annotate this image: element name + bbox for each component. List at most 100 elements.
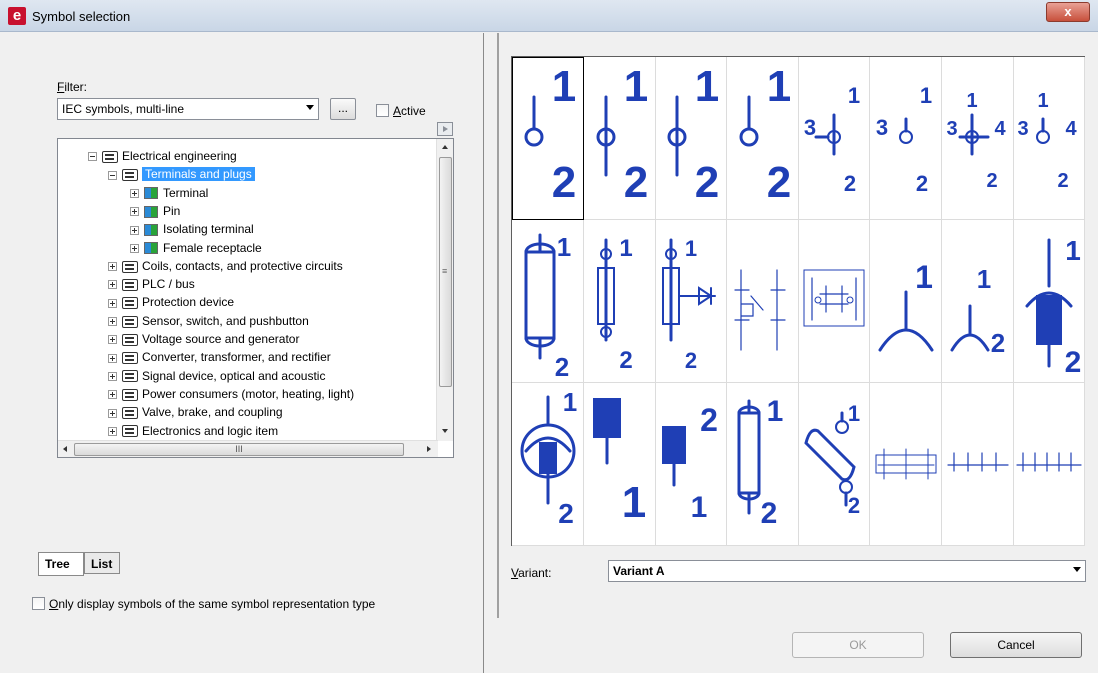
filter-browse-button[interactable]: ... bbox=[330, 98, 356, 120]
symbol-cell-shielded-plug[interactable]: 12 bbox=[512, 383, 584, 546]
symbol-cell-plug-1-2[interactable]: 12 bbox=[1013, 220, 1086, 383]
svg-text:2: 2 bbox=[695, 158, 719, 207]
symbol-cell-terminal-strip-5[interactable] bbox=[1013, 383, 1086, 546]
symbol-icon bbox=[144, 187, 158, 200]
symbol-cell-terminal-4-pin[interactable]: 13 4 2 bbox=[941, 57, 1014, 220]
svg-text:3: 3 bbox=[804, 115, 816, 140]
symbol-cell-fuse-terminal[interactable]: 12 bbox=[583, 220, 656, 383]
tree-item[interactable]: Terminal bbox=[130, 184, 208, 202]
same-representation-checkbox[interactable]: Only display symbols of the same symbol … bbox=[32, 597, 375, 611]
svg-text:2: 2 bbox=[990, 328, 1004, 358]
close-button[interactable]: x bbox=[1046, 2, 1090, 22]
tree-vertical-scrollbar[interactable]: ≡ bbox=[436, 139, 453, 441]
tree-item[interactable]: Isolating terminal bbox=[130, 220, 254, 238]
expand-icon[interactable] bbox=[108, 298, 117, 308]
expand-icon[interactable] bbox=[108, 335, 117, 345]
tree-item[interactable]: Terminals and plugs bbox=[108, 165, 255, 183]
filter-dropdown[interactable]: IEC symbols, multi-line bbox=[57, 98, 319, 120]
symbol-cell-terminal-3-pin-open[interactable]: 1 3 2 bbox=[870, 57, 942, 220]
symbol-cell-female-block-1[interactable]: 1 bbox=[583, 383, 656, 546]
panel-splitter[interactable] bbox=[497, 33, 499, 618]
expand-icon[interactable] bbox=[108, 408, 117, 418]
tree-item[interactable]: Signal device, optical and acoustic bbox=[108, 367, 325, 385]
expand-icon[interactable] bbox=[130, 207, 139, 217]
symbol-cell-terminal-circle-variant-d[interactable]: 12 bbox=[726, 57, 799, 220]
symbol-cell-relay-terminal[interactable] bbox=[726, 220, 799, 383]
tree-item-label: Isolating terminal bbox=[163, 222, 254, 237]
vertical-scroll-thumb[interactable]: ≡ bbox=[439, 157, 452, 387]
tree-item[interactable]: Coils, contacts, and protective circuits bbox=[108, 257, 343, 275]
tree-item[interactable]: Pin bbox=[130, 202, 180, 220]
svg-text:2: 2 bbox=[848, 493, 860, 518]
ok-button[interactable]: OK bbox=[792, 632, 924, 658]
cancel-button[interactable]: Cancel bbox=[950, 632, 1082, 658]
svg-text:2: 2 bbox=[685, 348, 697, 373]
symbol-cell-terminal-strip-dashed[interactable] bbox=[870, 383, 942, 546]
expand-icon[interactable] bbox=[130, 225, 139, 235]
symbol-terminal-circle-variant-c-icon: 12 bbox=[667, 62, 719, 207]
symbol-terminal-strip-4-icon bbox=[946, 452, 1009, 472]
tree-item[interactable]: Power consumers (motor, heating, light) bbox=[108, 385, 354, 403]
scroll-up-icon[interactable] bbox=[442, 145, 448, 149]
tree-horizontal-scrollbar[interactable]: III bbox=[58, 440, 438, 457]
expand-icon[interactable] bbox=[108, 426, 117, 436]
symbol-icon bbox=[144, 205, 158, 218]
symbol-led-terminal-icon: 12 bbox=[662, 236, 717, 373]
tree-item[interactable]: Voltage source and generator bbox=[108, 330, 299, 348]
symbol-terminal-strip-5-icon bbox=[1016, 452, 1082, 472]
tree-item[interactable]: Protection device bbox=[108, 293, 234, 311]
expand-icon[interactable] bbox=[108, 280, 117, 290]
symbol-cell-led-terminal[interactable]: 12 bbox=[655, 220, 728, 383]
symbol-cell-diagonal-terminal[interactable]: 12 bbox=[798, 383, 871, 546]
tree-item[interactable]: Converter, transformer, and rectifier bbox=[108, 348, 331, 366]
active-checkbox[interactable]: Active bbox=[376, 104, 426, 118]
symbol-cell-terminal-circle-1-2[interactable]: 12 bbox=[512, 57, 584, 220]
tree-item-label: Signal device, optical and acoustic bbox=[142, 368, 326, 383]
svg-text:2: 2 bbox=[1058, 170, 1069, 192]
tree-item[interactable]: PLC / bus bbox=[108, 275, 195, 293]
variant-dropdown[interactable]: Variant A bbox=[608, 560, 1086, 582]
svg-text:1: 1 bbox=[966, 90, 977, 112]
symbol-cell-isolating-terminal-cylinder[interactable]: 12 bbox=[512, 220, 584, 383]
symbol-cell-socket-1-2[interactable]: 12 bbox=[941, 220, 1014, 383]
symbol-cell-female-block-2-1[interactable]: 21 bbox=[655, 383, 728, 546]
collapse-icon[interactable] bbox=[108, 170, 117, 180]
svg-text:4: 4 bbox=[1066, 118, 1078, 140]
expand-icon[interactable] bbox=[108, 317, 117, 327]
scroll-down-icon[interactable] bbox=[442, 429, 448, 433]
symbol-cell-terminal-3-pin[interactable]: 1 3 2 bbox=[798, 57, 871, 220]
variant-label: Variant: bbox=[511, 566, 552, 580]
filter-label: Filter: bbox=[57, 80, 88, 94]
svg-text:2: 2 bbox=[844, 171, 856, 196]
expand-icon[interactable] bbox=[108, 371, 117, 381]
symbol-terminal-4-pin-open-icon: 13 4 2 bbox=[1018, 90, 1078, 192]
svg-text:1: 1 bbox=[621, 478, 645, 527]
expand-icon[interactable] bbox=[108, 390, 117, 400]
expand-icon[interactable] bbox=[130, 243, 139, 253]
tree-item[interactable]: Female receptacle bbox=[130, 239, 262, 257]
symbol-cell-socket-1[interactable]: 1 bbox=[870, 220, 942, 383]
tree-item-label: Electronics and logic item bbox=[142, 423, 279, 438]
tab-list[interactable]: List bbox=[84, 552, 120, 574]
symbol-cell-multi-terminal-block[interactable] bbox=[798, 220, 871, 383]
active-checkbox-box[interactable] bbox=[376, 104, 389, 117]
scroll-right-icon[interactable] bbox=[427, 446, 431, 452]
symbol-cell-terminal-circle-variant-b[interactable]: 12 bbox=[583, 57, 656, 220]
tree-item[interactable]: Electronics and logic item bbox=[108, 422, 278, 440]
expand-icon[interactable] bbox=[108, 262, 117, 272]
tab-tree[interactable]: Tree bbox=[38, 552, 84, 576]
expand-icon[interactable] bbox=[108, 353, 117, 363]
symbol-cell-terminal-strip-4[interactable] bbox=[941, 383, 1014, 546]
horizontal-scroll-thumb[interactable]: III bbox=[74, 443, 404, 456]
tree-item[interactable]: Valve, brake, and coupling bbox=[108, 403, 283, 421]
symbol-cell-cylinder-terminal[interactable]: 12 bbox=[726, 383, 799, 546]
same-representation-checkbox-box[interactable] bbox=[32, 597, 45, 610]
collapse-icon[interactable] bbox=[88, 152, 97, 162]
tree-item[interactable]: Electrical engineering bbox=[88, 147, 237, 165]
play-icon-button[interactable] bbox=[437, 122, 453, 136]
symbol-cell-terminal-4-pin-open[interactable]: 13 4 2 bbox=[1013, 57, 1086, 220]
scroll-left-icon[interactable] bbox=[63, 446, 67, 452]
symbol-cell-terminal-circle-variant-c[interactable]: 12 bbox=[655, 57, 728, 220]
expand-icon[interactable] bbox=[130, 188, 139, 198]
tree-item[interactable]: Sensor, switch, and pushbutton bbox=[108, 312, 309, 330]
